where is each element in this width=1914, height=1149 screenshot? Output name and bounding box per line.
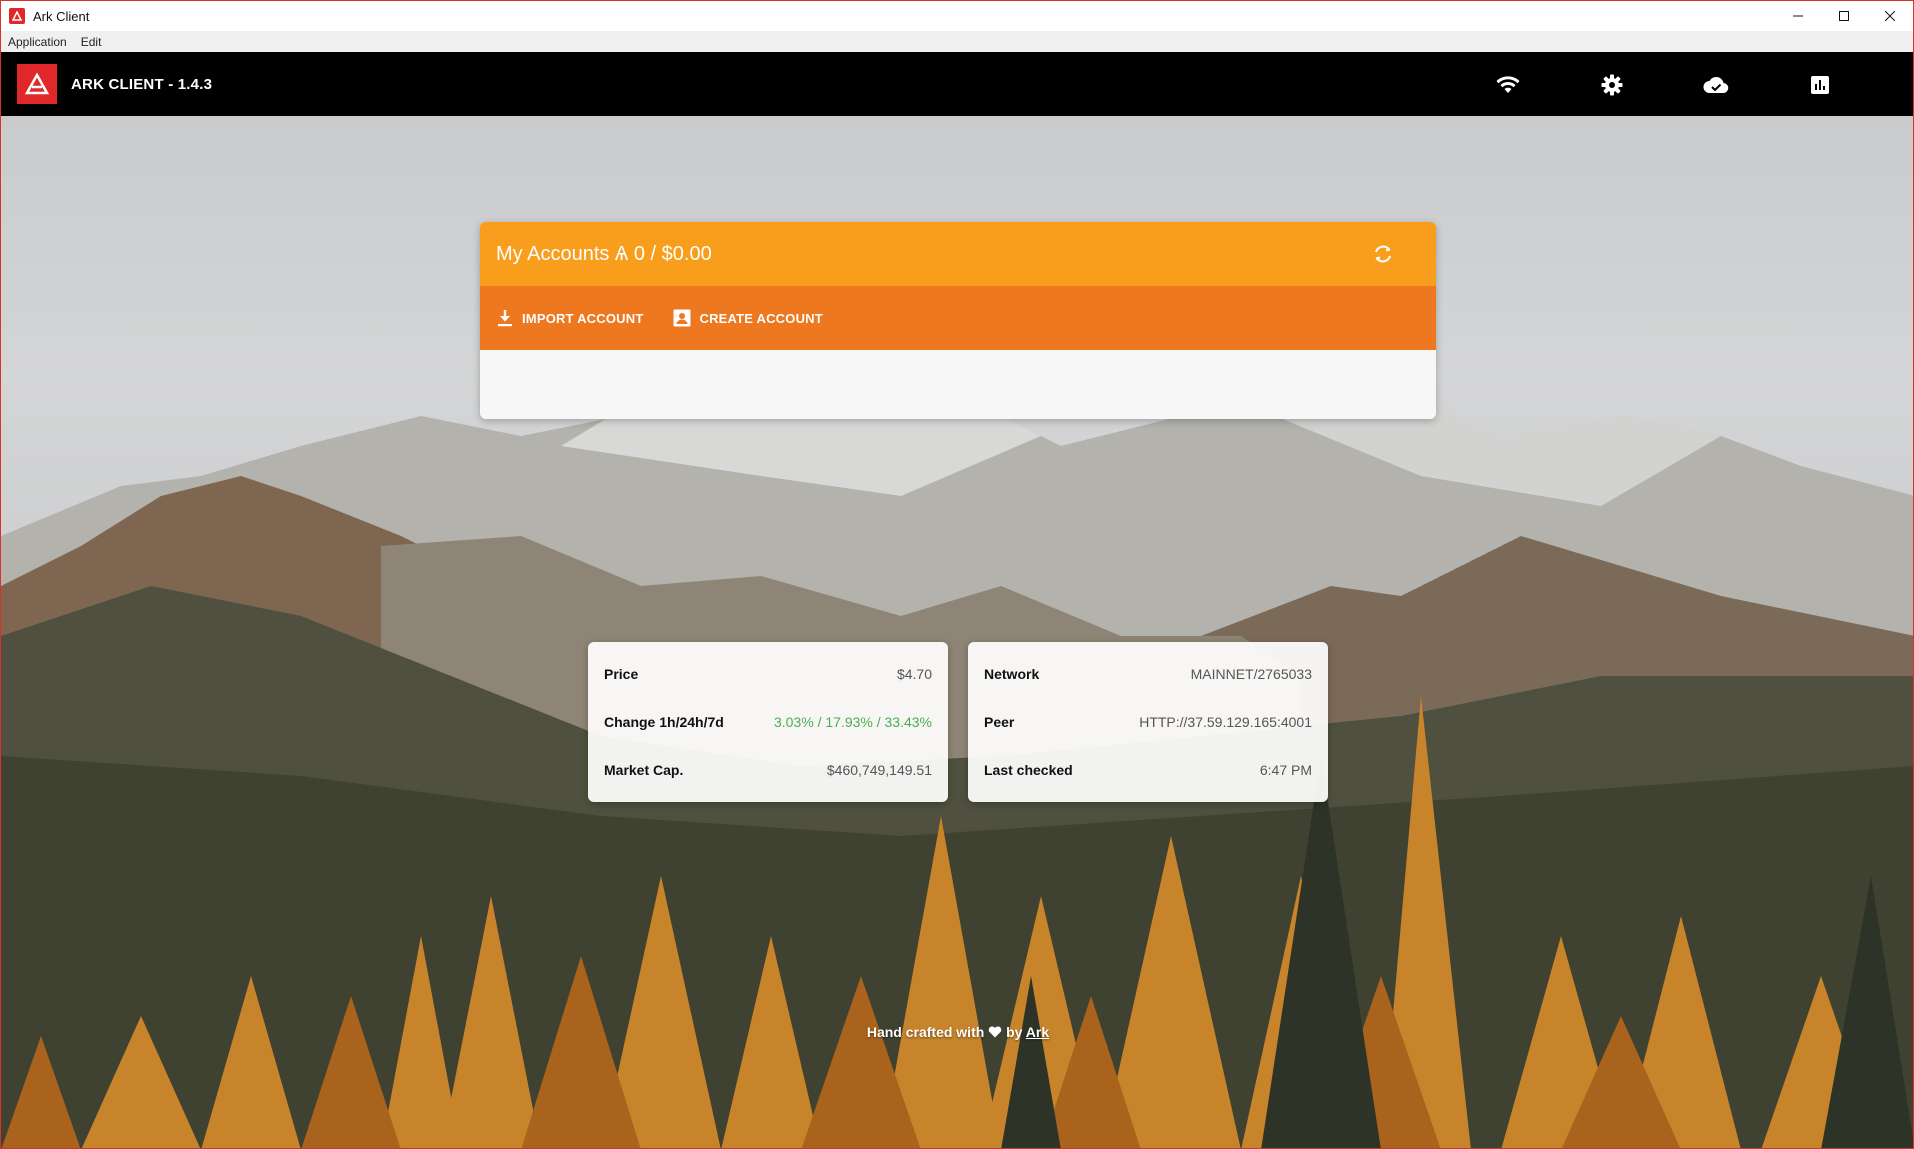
ark-link[interactable]: Ark xyxy=(1026,1024,1049,1040)
accounts-list xyxy=(480,350,1436,419)
change-value: 3.03% / 17.93% / 33.43% xyxy=(774,714,932,730)
info-row-price: Price $4.70 xyxy=(604,650,932,698)
account-box-icon xyxy=(673,309,691,327)
last-checked-value: 6:47 PM xyxy=(1259,762,1312,778)
menu-bar: Application Edit xyxy=(1,31,1913,52)
cloud-icon xyxy=(1703,76,1729,94)
menu-application[interactable]: Application xyxy=(1,35,74,49)
peer-value: HTTP://37.59.129.165:4001 xyxy=(1139,714,1312,730)
info-row-network: Network MAINNET/2765033 xyxy=(984,650,1312,698)
price-label: Price xyxy=(604,666,639,682)
network-button[interactable] xyxy=(1495,72,1521,98)
menu-edit[interactable]: Edit xyxy=(74,35,109,49)
stats-button[interactable] xyxy=(1807,72,1833,98)
refresh-icon xyxy=(1374,245,1392,263)
create-account-button[interactable]: CREATE ACCOUNT xyxy=(673,309,823,327)
accounts-card: My Accounts Ѧ 0 / $0.00 IMPORT ACCOUNT C… xyxy=(480,222,1436,419)
accounts-actions: IMPORT ACCOUNT CREATE ACCOUNT xyxy=(480,286,1436,350)
maximize-icon xyxy=(1839,11,1849,21)
gear-icon xyxy=(1601,74,1623,96)
app-window: Ark Client Application Edit ARK CLIENT -… xyxy=(0,0,1914,1149)
change-label: Change 1h/24h/7d xyxy=(604,714,724,730)
import-account-label: IMPORT ACCOUNT xyxy=(522,310,644,326)
minimize-button[interactable] xyxy=(1775,1,1821,31)
footer-by: by xyxy=(1006,1024,1023,1040)
network-info-card: Network MAINNET/2765033 Peer HTTP://37.5… xyxy=(968,642,1328,802)
last-checked-label: Last checked xyxy=(984,762,1073,778)
cloud-button[interactable] xyxy=(1703,72,1729,98)
app-icon xyxy=(9,8,25,24)
market-cap-label: Market Cap. xyxy=(604,762,684,778)
info-row-peer: Peer HTTP://37.59.129.165:4001 xyxy=(984,698,1312,746)
window-title: Ark Client xyxy=(33,8,90,24)
heart-icon xyxy=(988,1026,1002,1038)
download-icon xyxy=(498,310,512,327)
close-button[interactable] xyxy=(1867,1,1913,31)
create-account-label: CREATE ACCOUNT xyxy=(699,310,823,326)
accounts-title: My Accounts Ѧ 0 / $0.00 xyxy=(496,242,712,265)
footer: Hand crafted with by Ark xyxy=(1,1024,1913,1040)
title-bar: Ark Client xyxy=(1,1,1913,31)
close-icon xyxy=(1885,11,1895,21)
market-info-card: Price $4.70 Change 1h/24h/7d 3.03% / 17.… xyxy=(588,642,948,802)
import-account-button[interactable]: IMPORT ACCOUNT xyxy=(496,309,643,327)
app-header: ARK CLIENT - 1.4.3 xyxy=(1,52,1913,116)
info-row-change: Change 1h/24h/7d 3.03% / 17.93% / 33.43% xyxy=(604,698,932,746)
wifi-icon xyxy=(1496,76,1520,93)
minimize-icon xyxy=(1793,15,1803,17)
info-row-market-cap: Market Cap. $460,749,149.51 xyxy=(604,746,932,794)
maximize-button[interactable] xyxy=(1821,1,1867,31)
settings-button[interactable] xyxy=(1599,72,1625,98)
price-value: $4.70 xyxy=(896,666,932,682)
chart-icon xyxy=(1811,76,1829,94)
network-label: Network xyxy=(984,666,1040,682)
network-value: MAINNET/2765033 xyxy=(1190,666,1312,682)
refresh-button[interactable] xyxy=(1370,241,1396,267)
window-controls xyxy=(1775,1,1913,31)
market-cap-value: $460,749,149.51 xyxy=(826,762,932,778)
app-name: ARK CLIENT - 1.4.3 xyxy=(71,75,213,93)
footer-text: Hand crafted with xyxy=(866,1024,985,1040)
info-row-last-checked: Last checked 6:47 PM xyxy=(984,746,1312,794)
accounts-header: My Accounts Ѧ 0 / $0.00 xyxy=(480,222,1436,286)
ark-logo xyxy=(17,64,57,104)
peer-label: Peer xyxy=(984,714,1015,730)
